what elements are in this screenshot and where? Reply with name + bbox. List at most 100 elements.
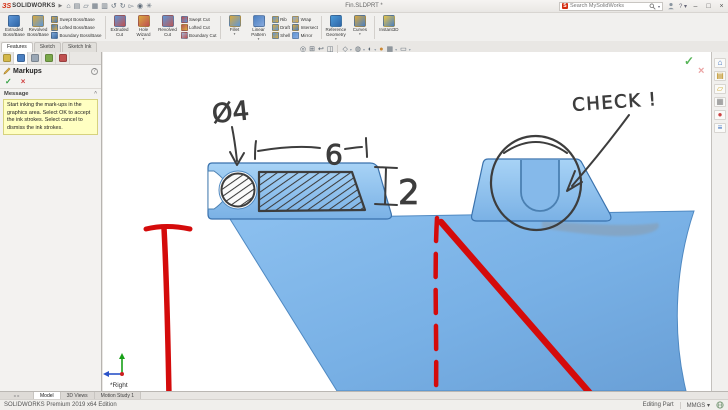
doctab-3d-views[interactable]: 3D Views [61, 392, 95, 399]
fin-body[interactable] [230, 211, 694, 391]
tab-sketch[interactable]: Sketch [34, 42, 61, 52]
help-icon[interactable]: ? [91, 68, 98, 75]
view-settings-icon[interactable]: ▭ [400, 46, 407, 53]
curves-button[interactable]: Curves▾ [348, 14, 372, 41]
restore-button[interactable]: □ [704, 3, 713, 10]
edit-appearance-icon[interactable]: ● [379, 46, 383, 53]
extruded-boss-base-button[interactable]: Extruded Boss/Base [2, 14, 26, 41]
save-icon[interactable]: ▦ [92, 3, 99, 10]
search-box[interactable]: S ▾ [559, 2, 663, 11]
intersect-button[interactable]: Intersect [292, 23, 318, 31]
mirror-button[interactable]: Mirror [292, 32, 318, 40]
select-icon[interactable]: ▻ [129, 3, 134, 10]
zoom-to-area-icon[interactable]: ⊞ [309, 46, 315, 53]
collapse-icon[interactable]: ^ [94, 91, 97, 97]
configurationmanager-tab[interactable] [28, 52, 42, 64]
search-dropdown-icon[interactable]: ▾ [658, 4, 660, 9]
pin-hatch-ink [222, 174, 255, 207]
zoom-to-fit-icon[interactable]: ◎ [300, 46, 306, 53]
ok-button[interactable]: ✓ [5, 77, 12, 86]
dimxpertmanager-tab[interactable] [42, 52, 56, 64]
home-icon[interactable]: ⌂ [66, 3, 70, 10]
redo-icon[interactable]: ↻ [120, 3, 126, 10]
hole-wizard-button[interactable]: Hole Wizard▾ [132, 14, 156, 41]
dropdown-caret-icon[interactable]: ▾ [359, 33, 361, 37]
tab-sketch-ink[interactable]: Sketch Ink [62, 42, 97, 52]
doctab-model[interactable]: Model [34, 392, 61, 399]
user-account-icon[interactable] [667, 2, 675, 10]
units-selector[interactable]: MMGS ▾ [687, 402, 710, 409]
dropdown-caret-icon[interactable]: ▾ [143, 38, 145, 42]
undo-icon[interactable]: ↺ [111, 3, 117, 10]
swept-boss-base-button[interactable]: Swept Boss/Base [51, 15, 102, 23]
swept-cut-button[interactable]: Swept Cut [181, 15, 217, 23]
print-icon[interactable]: ▥ [101, 3, 108, 10]
design-library-icon[interactable]: ▤ [714, 71, 726, 81]
dropdown-caret-icon[interactable]: ▾ [374, 47, 376, 52]
previous-view-icon[interactable]: ↩ [318, 46, 324, 53]
boundary-cut-button[interactable]: Boundary Cut [181, 32, 217, 40]
revolved-cut-icon [162, 15, 174, 27]
draft-button[interactable]: Draft [272, 23, 291, 31]
linear-pattern-button[interactable]: Linear Pattern▾ [247, 14, 271, 41]
custom-properties-icon[interactable]: ≡ [714, 123, 726, 133]
dropdown-caret-icon[interactable]: ▾ [395, 47, 397, 52]
graphics-area[interactable]: Ø4 6 2 CHECK ! *Right [103, 52, 711, 391]
revolved-cut-button[interactable]: Revolved Cut [156, 14, 180, 41]
command-manager-tabs: FeaturesSketchSketch Ink [1, 41, 98, 52]
boundary-boss-base-button[interactable]: Boundary Boss/Base [51, 32, 102, 40]
solidworks-resources-icon[interactable]: ⌂ [714, 58, 726, 68]
apply-scene-icon[interactable]: ▦ [387, 46, 394, 53]
instant3d-button[interactable]: Instant3D [377, 14, 401, 41]
title-bar: ЗS SOLIDWORKS ▶ ⌂▤▱▦▥↺↻▻◉✳ Fin.SLDPRT * … [0, 0, 728, 13]
displaymanager-tab[interactable] [56, 52, 70, 64]
dropdown-caret-icon[interactable]: ▾ [350, 47, 352, 52]
confirm-ok-button[interactable]: ✓ [684, 54, 694, 68]
displaymanager-icon [59, 54, 67, 62]
open-icon[interactable]: ▱ [83, 3, 88, 10]
model-viewport: Ø4 6 2 CHECK ! *Right [103, 52, 711, 391]
message-group-header[interactable]: Message ^ [0, 89, 101, 98]
wrap-button[interactable]: Wrap [292, 15, 318, 23]
shell-button[interactable]: Shell [272, 32, 291, 40]
dropdown-caret-icon[interactable]: ▾ [234, 33, 236, 37]
menu-expand-arrow-icon[interactable]: ▶ [59, 3, 63, 9]
close-button[interactable]: × [717, 3, 726, 10]
doctab-motion-study-1[interactable]: Motion Study 1 [95, 392, 141, 399]
reference-geometry-button[interactable]: Reference Geometry▾ [324, 14, 348, 41]
tab-features[interactable]: Features [1, 42, 33, 52]
minimize-button[interactable]: – [691, 3, 700, 10]
dropdown-caret-icon[interactable]: ▾ [409, 47, 411, 52]
options-icon[interactable]: ✳ [146, 3, 152, 10]
dropdown-caret-icon[interactable]: ▾ [258, 38, 260, 42]
help-menu-button[interactable]: ? ▾ [679, 3, 687, 10]
revolved-boss-base-button[interactable]: Revolved Boss/Base [26, 14, 50, 41]
u-slot[interactable] [521, 160, 559, 211]
tab-scroll-control[interactable]: ◂▸ [0, 392, 34, 399]
extruded-cut-button[interactable]: Extruded Cut [108, 14, 132, 41]
lofted-boss-base-button[interactable]: Lofted Boss/Base [51, 23, 102, 31]
hide-show-items-icon[interactable]: ◐ [368, 46, 372, 53]
dropdown-caret-icon[interactable]: ▾ [335, 38, 337, 42]
dropdown-caret-icon[interactable]: ▾ [363, 47, 365, 52]
propertymanager-tab[interactable] [14, 52, 28, 64]
search-icon[interactable] [649, 3, 656, 10]
cancel-button[interactable]: × [21, 77, 26, 86]
view-orientation-icon[interactable]: ◇ [342, 46, 347, 53]
fillet-button[interactable]: Fillet▾ [223, 14, 247, 41]
search-input[interactable] [570, 3, 647, 9]
lofted-cut-button[interactable]: Lofted Cut [181, 23, 217, 31]
featuremanager-tree-tab[interactable] [0, 52, 14, 64]
display-style-icon[interactable]: ◍ [355, 46, 361, 53]
featuremanager-tree-icon [3, 54, 11, 62]
display-settings-icon[interactable]: ◉ [137, 3, 143, 10]
file-explorer-icon[interactable]: ▱ [714, 84, 726, 94]
view-palette-icon[interactable]: ▦ [714, 97, 726, 107]
appearances-icon[interactable]: ● [714, 110, 726, 120]
section-view-icon[interactable]: ◫ [327, 46, 334, 53]
new-document-icon[interactable]: ▤ [74, 3, 81, 10]
rib-button[interactable]: Rib [272, 15, 291, 23]
globe-icon[interactable] [716, 401, 724, 409]
mirror-icon [292, 32, 299, 39]
confirm-cancel-button[interactable]: × [698, 65, 704, 77]
